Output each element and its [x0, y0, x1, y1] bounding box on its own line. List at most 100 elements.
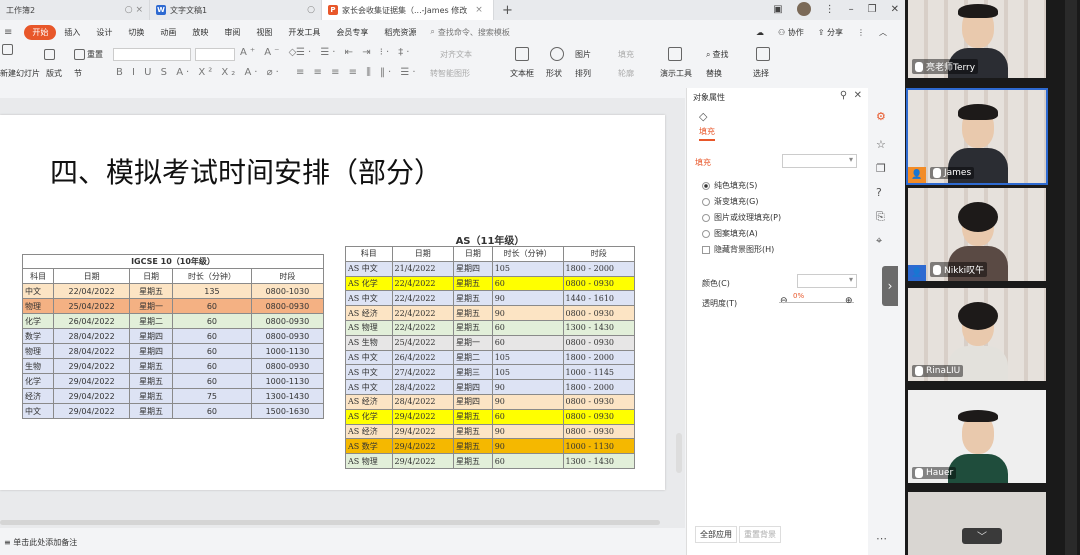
video-tile[interactable]: Hauer [908, 390, 1046, 483]
layout-button[interactable] [44, 49, 55, 60]
apply-all-button[interactable]: 全部应用 [695, 526, 737, 543]
fill-type-select[interactable]: ▾ [782, 154, 857, 168]
collapse-panel-button[interactable]: › [882, 266, 898, 306]
copy-icon[interactable]: ❐ [876, 162, 886, 175]
cloud-icon[interactable]: ☁ [756, 28, 764, 37]
slide-title[interactable]: 四、模拟考试时间安排（部分） [50, 151, 442, 191]
menu-design[interactable]: 设计 [88, 27, 120, 38]
picture-button[interactable]: 图片 [575, 49, 591, 60]
presenter-tools-button[interactable] [668, 47, 682, 61]
video-tile[interactable]: 👤 James [906, 88, 1048, 185]
convert-smartart-button[interactable]: 转智能图形 [430, 68, 470, 79]
fill-button[interactable]: 填充 [618, 49, 634, 60]
more-icon[interactable]: ⋮ [825, 4, 835, 15]
color-select[interactable]: ▾ [797, 274, 857, 288]
igcse-table[interactable]: IGCSE 10（10年级） 科目 日期 日期 时长（分钟） 时段 中文 22/04/20… [21, 254, 325, 419]
textbox-label[interactable]: 文本框 [510, 68, 534, 79]
close-icon[interactable]: ○ [307, 5, 315, 15]
paragraph-toolbar[interactable]: ☰· ☰· ⇤ ⇥ ⁝· ‡· [296, 47, 412, 58]
font-size-buttons[interactable]: A⁺ A⁻ ◇ [240, 47, 299, 58]
video-tile[interactable]: 👤 Nikki叹午 [908, 188, 1046, 281]
fill-section-header[interactable]: 填充 [695, 157, 711, 168]
tab-workbook[interactable]: 工作簿2 ○ × [0, 0, 150, 20]
star-icon[interactable]: ☆ [876, 138, 886, 151]
video-tile[interactable] [908, 492, 1046, 555]
more-icon[interactable]: ⋯ [876, 532, 887, 545]
igcse-table-cell: 28/04/2022 [53, 343, 131, 359]
font-size-select[interactable] [195, 48, 235, 61]
new-slide-label[interactable]: 新建幻灯片 [0, 68, 40, 79]
hide-background-checkbox[interactable]: 隐藏背景图形(H) [702, 244, 774, 255]
collab-button[interactable]: ⚇ 协作 [778, 27, 804, 38]
horizontal-scrollbar[interactable] [0, 520, 660, 525]
replace-button[interactable]: 替换 [706, 68, 722, 79]
align-toolbar[interactable]: ≡ ≡ ≡ ≡ ⫼ ‖· ☰· [296, 67, 419, 78]
notes-placeholder[interactable]: 单击此处添加备注 [13, 537, 77, 548]
font-name-select[interactable] [113, 48, 191, 61]
align-text-button[interactable]: 对齐文本 [440, 49, 472, 60]
reset-button[interactable]: 重置 [74, 49, 103, 60]
textbox-button[interactable] [515, 47, 529, 61]
picture-fill-option[interactable]: 图片或纹理填充(P) [702, 212, 781, 223]
shape-button[interactable] [550, 47, 564, 61]
layout-icon[interactable]: ▣ [773, 4, 782, 15]
select-label[interactable]: 选择 [753, 68, 769, 79]
restore-icon[interactable]: ❐ [868, 4, 877, 15]
new-tab-button[interactable]: + [494, 3, 521, 18]
new-slide-button[interactable] [2, 44, 13, 55]
presenter-tools-label[interactable]: 演示工具 [660, 68, 692, 79]
transparency-slider[interactable] [779, 302, 854, 303]
plus-icon[interactable]: ⊕ [845, 296, 853, 306]
find-button[interactable]: ⌕ 查找 [706, 49, 728, 60]
slide-canvas[interactable]: 四、模拟考试时间安排（部分） IGCSE 10（10年级） 科目 日期 日期 时长（分… [0, 115, 665, 490]
share-button[interactable]: ⇪ 分享 [818, 27, 843, 38]
menu-animation[interactable]: 动画 [152, 27, 184, 38]
menu-slideshow[interactable]: 放映 [184, 27, 216, 38]
video-tile[interactable]: RinaLIU [908, 288, 1046, 381]
properties-icon[interactable]: ⚙ [876, 110, 886, 123]
layout-label[interactable]: 版式 [46, 68, 62, 79]
shape-label[interactable]: 形状 [546, 68, 562, 79]
pin-icon[interactable]: ⚲ [840, 90, 847, 101]
tab-document[interactable]: W 文字文稿1 ○ [150, 0, 322, 20]
scroll-down-button[interactable]: ﹀ [962, 528, 1002, 544]
menu-member[interactable]: 会员专享 [328, 27, 376, 38]
as-table[interactable]: 科目 日期 日期 时长（分钟） 时段 AS 中文 21/4/2022 星期四 105 1800 … [345, 246, 635, 469]
menu-insert[interactable]: 插入 [56, 27, 88, 38]
outline-button[interactable]: 轮廓 [618, 68, 634, 79]
close-window-icon[interactable]: ✕ [891, 4, 899, 15]
command-search[interactable]: ⌕ 查找命令、搜索模板 [430, 27, 509, 38]
select-button[interactable] [756, 47, 770, 61]
collapse-ribbon-icon[interactable]: ︿ [879, 27, 887, 38]
minus-icon[interactable]: ⊖ [780, 296, 788, 306]
location-icon[interactable]: ⌖ [876, 234, 882, 248]
pattern-fill-option[interactable]: 图案填充(A) [702, 228, 758, 239]
close-icon[interactable]: ○ × [125, 5, 143, 15]
vertical-scrollbar[interactable] [676, 433, 682, 473]
menu-icon[interactable]: ≡ [0, 27, 16, 38]
solid-fill-option[interactable]: 纯色填充(S) [702, 180, 757, 191]
video-background [908, 492, 1046, 555]
tab-presentation[interactable]: P 家长会收集证据集（...-James 修改 × [322, 0, 494, 20]
menu-developer[interactable]: 开发工具 [280, 27, 328, 38]
menu-start[interactable]: 开始 [24, 24, 57, 40]
video-tile[interactable]: 亮老师Terry [908, 0, 1046, 78]
menu-docer[interactable]: 稻壳资源 [376, 27, 424, 38]
more-icon[interactable]: ⋮ [857, 28, 865, 37]
avatar[interactable] [796, 2, 811, 16]
minimize-icon[interactable]: – [849, 4, 854, 15]
menu-view[interactable]: 视图 [248, 27, 280, 38]
format-toolbar[interactable]: B I U S A· X² X₂ A· ⌀· [116, 67, 282, 78]
close-icon[interactable]: ✕ [854, 90, 862, 101]
help-icon[interactable]: ? [876, 186, 882, 199]
gallery-scrollbar[interactable] [1065, 0, 1077, 555]
close-icon[interactable]: × [475, 5, 483, 15]
section-button[interactable]: 节 [74, 68, 82, 79]
clipboard-icon[interactable]: ⎘ [876, 210, 885, 224]
reset-background-button[interactable]: 重置背景 [739, 526, 781, 543]
gradient-fill-option[interactable]: 渐变填充(G) [702, 196, 758, 207]
menu-transition[interactable]: 切换 [120, 27, 152, 38]
arrange-button[interactable]: 排列 [575, 68, 591, 79]
menu-review[interactable]: 审阅 [216, 27, 248, 38]
tab-fill[interactable]: 填充 [699, 126, 715, 141]
